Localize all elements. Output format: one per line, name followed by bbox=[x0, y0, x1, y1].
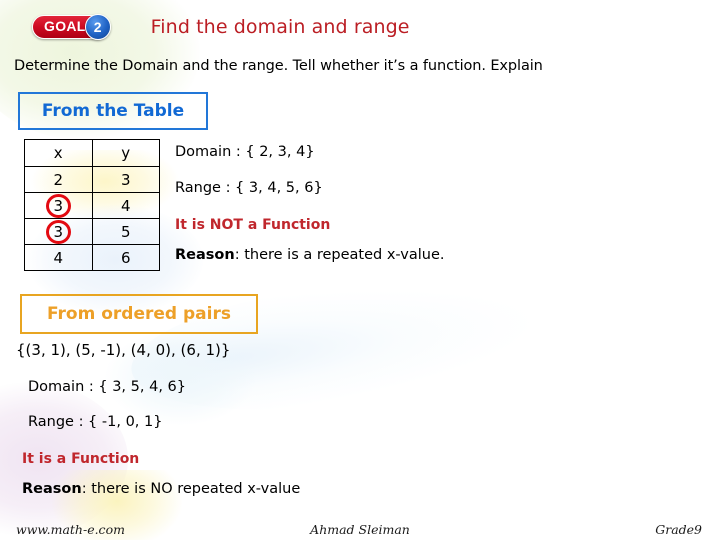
slide-footer: www.math-e.com Ahmad Sleiman Grade9 bbox=[0, 518, 720, 540]
table-reason-text: : there is a repeated x-value. bbox=[234, 247, 445, 263]
footer-website: www.math-e.com bbox=[16, 521, 125, 537]
cell-y-value: 5 bbox=[120, 222, 131, 241]
section-heading-from-the-table: From the Table bbox=[18, 92, 208, 130]
cell-x: 3 bbox=[24, 218, 93, 245]
table-header-row: x y bbox=[24, 139, 160, 167]
pairs-reason: Reason: there is NO repeated x-value bbox=[22, 481, 300, 497]
cell-y: 6 bbox=[91, 244, 160, 271]
table-row: 2 3 bbox=[24, 166, 160, 193]
cell-y: 5 bbox=[91, 218, 160, 245]
table-reason: Reason: there is a repeated x-value. bbox=[175, 247, 445, 263]
cell-y: 3 bbox=[91, 166, 160, 193]
table-row: 4 6 bbox=[24, 244, 160, 271]
cell-y-value: 3 bbox=[120, 170, 131, 189]
cell-x-value: 4 bbox=[53, 248, 64, 267]
cell-y: 4 bbox=[91, 192, 160, 219]
pairs-function-verdict: It is a Function bbox=[22, 451, 140, 467]
xy-data-table: x y 2 3 3 4 3 5 4 6 bbox=[24, 139, 160, 271]
slide-content: GOAL 2 Find the domain and range Determi… bbox=[0, 0, 720, 540]
cell-y-value: 4 bbox=[120, 196, 131, 215]
column-header-y: y bbox=[91, 139, 160, 167]
cell-x-value: 2 bbox=[53, 170, 64, 189]
footer-grade: Grade9 bbox=[655, 521, 702, 537]
cell-x: 2 bbox=[24, 166, 93, 193]
table-body: 2 3 3 4 3 5 4 6 bbox=[24, 166, 160, 271]
table-reason-label: Reason bbox=[175, 247, 235, 263]
table-function-verdict: It is NOT a Function bbox=[175, 217, 331, 233]
column-header-x: x bbox=[24, 139, 93, 167]
footer-author: Ahmad Sleiman bbox=[310, 521, 410, 537]
section-heading-from-ordered-pairs-label: From ordered pairs bbox=[47, 304, 231, 324]
cell-x: 3 bbox=[24, 192, 93, 219]
pairs-range-answer: Range : { -1, 0, 1} bbox=[28, 414, 163, 430]
pairs-domain-answer: Domain : { 3, 5, 4, 6} bbox=[28, 379, 186, 395]
goal-badge: GOAL 2 bbox=[32, 14, 111, 40]
table-range-answer: Range : { 3, 4, 5, 6} bbox=[175, 180, 323, 196]
page-title: Find the domain and range bbox=[150, 16, 410, 38]
table-row: 3 4 bbox=[24, 192, 160, 219]
table-row: 3 5 bbox=[24, 218, 160, 245]
section-heading-from-ordered-pairs: From ordered pairs bbox=[20, 294, 258, 334]
goal-number: 2 bbox=[84, 14, 111, 40]
cell-y-value: 6 bbox=[120, 248, 131, 267]
table-head: x y bbox=[24, 139, 160, 167]
cell-x: 4 bbox=[24, 244, 93, 271]
table-domain-answer: Domain : { 2, 3, 4} bbox=[175, 144, 315, 160]
pairs-reason-label: Reason bbox=[22, 481, 82, 497]
cell-x-value-circled: 3 bbox=[46, 220, 70, 244]
cell-x-value-circled: 3 bbox=[46, 194, 70, 218]
pairs-reason-text: : there is NO repeated x-value bbox=[81, 481, 301, 497]
section-heading-from-the-table-label: From the Table bbox=[41, 101, 185, 121]
ordered-pairs-set: {(3, 1), (5, -1), (4, 0), (6, 1)} bbox=[16, 341, 231, 359]
slide-header: GOAL 2 Find the domain and range bbox=[0, 10, 720, 44]
instruction-text: Determine the Domain and the range. Tell… bbox=[14, 58, 543, 74]
